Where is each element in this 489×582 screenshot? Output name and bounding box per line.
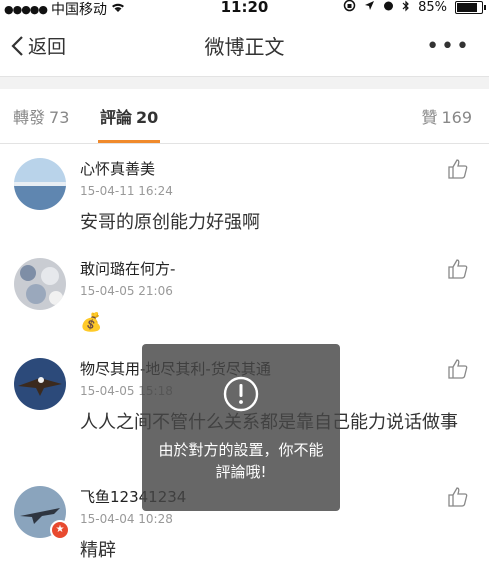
tab-comments-count: 20	[136, 108, 159, 127]
tab-likes-label: 贊	[421, 108, 438, 127]
active-tab-indicator	[98, 140, 161, 143]
nav-bar: 返回 微博正文 •••	[0, 16, 489, 77]
permission-toast: 由於對方的設置，你不能評論哦!	[142, 344, 340, 511]
tab-likes-count: 169	[441, 108, 472, 127]
thumbs-up-icon[interactable]	[447, 158, 469, 180]
avatar[interactable]	[14, 358, 66, 410]
battery-percent: 85%	[418, 0, 447, 15]
location-arrow-icon	[364, 0, 375, 15]
avatar[interactable]	[14, 258, 66, 310]
tab-reposts-count: 73	[49, 108, 70, 127]
tab-comments-label: 評論	[100, 108, 133, 127]
thumbs-up-icon[interactable]	[447, 358, 469, 380]
page-title: 微博正文	[204, 35, 285, 59]
more-options-button[interactable]: •••	[426, 34, 471, 59]
comment-text: 💰	[80, 312, 103, 333]
comment-item: 敢问璐在何方- 15-04-05 21:06 💰	[0, 244, 489, 345]
tab-reposts[interactable]: 轉發 73	[13, 104, 69, 128]
alarm-icon	[383, 0, 394, 15]
tab-likes[interactable]: 贊 169	[421, 104, 472, 128]
thumbs-up-icon[interactable]	[447, 258, 469, 280]
comment-text: 精辟	[80, 540, 116, 561]
comment-text: 安哥的原创能力好强啊	[80, 212, 260, 233]
orientation-lock-icon	[343, 0, 356, 16]
comment-time: 15-04-04 10:28	[80, 512, 173, 526]
comment-username[interactable]: 心怀真善美	[80, 158, 155, 179]
exclamation-circle-icon	[223, 376, 259, 412]
comment-time: 15-04-05 21:06	[80, 284, 173, 298]
thumbs-up-icon[interactable]	[447, 486, 469, 508]
comment-username[interactable]: 敢问璐在何方-	[80, 258, 175, 279]
bluetooth-icon	[402, 0, 410, 16]
status-bar: ●●●●● 中国移动 11:20 85%	[0, 0, 489, 18]
toast-message: 由於對方的設置，你不能評論哦!	[158, 441, 324, 481]
verified-badge-icon: ★	[50, 520, 70, 540]
section-divider	[0, 77, 489, 89]
comment-item: 心怀真善美 15-04-11 16:24 安哥的原创能力好强啊	[0, 144, 489, 245]
tab-reposts-label: 轉發	[13, 108, 46, 127]
comment-time: 15-04-11 16:24	[80, 184, 173, 198]
battery-icon	[455, 1, 486, 14]
tab-bar: 轉發 73 評論 20 贊 169	[0, 89, 489, 144]
tab-comments[interactable]: 評論 20	[98, 104, 161, 143]
avatar[interactable]	[14, 158, 66, 210]
